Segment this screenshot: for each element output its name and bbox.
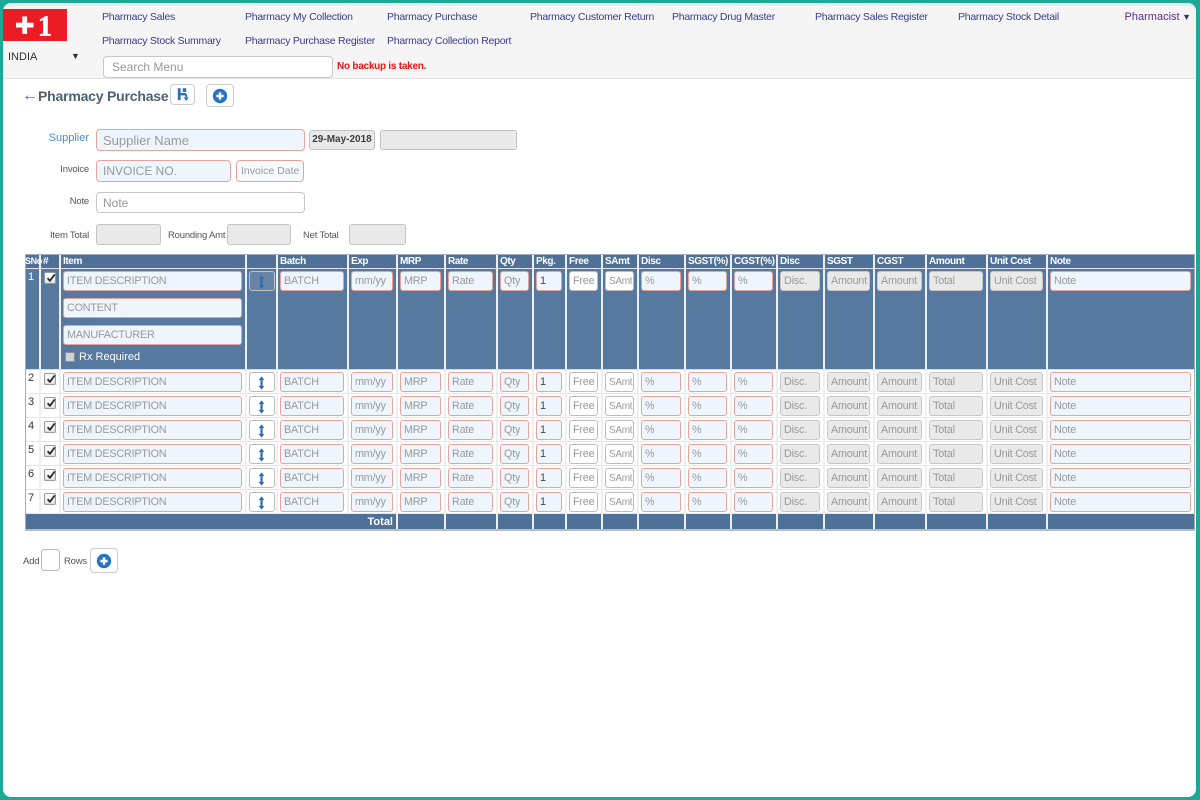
svg-text:1: 1 bbox=[38, 12, 52, 42]
